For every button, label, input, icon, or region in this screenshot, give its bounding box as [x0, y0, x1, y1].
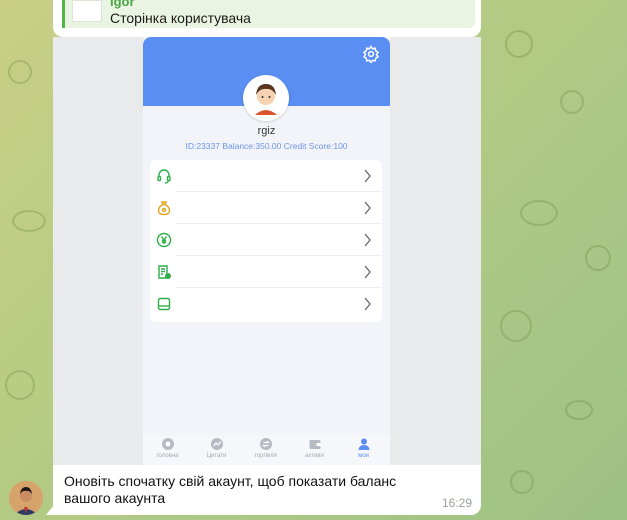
tab-quotes[interactable]: Цитати [192, 437, 241, 459]
menu-item-wallet[interactable] [150, 288, 382, 320]
message-text: Оновіть спочатку свій акаунт, щоб показа… [64, 473, 397, 506]
yuan-icon [156, 232, 172, 248]
wallpaper-doodle [585, 245, 611, 271]
trade-icon [259, 438, 272, 450]
wallpaper-doodle [500, 310, 532, 342]
tab-profile[interactable]: мои [339, 437, 388, 459]
tab-trade[interactable]: торгівля [241, 437, 290, 459]
tab-label: мои [358, 453, 369, 459]
sender-avatar[interactable] [9, 481, 43, 515]
wallet-icon [157, 297, 171, 311]
moneybag-icon [157, 201, 171, 216]
wallpaper-doodle [505, 30, 533, 58]
chevron-right-icon [364, 233, 371, 247]
tab-label: активи [305, 453, 324, 459]
chevron-right-icon [364, 297, 371, 311]
assets-icon [309, 440, 320, 449]
tab-label: торгівля [254, 453, 277, 459]
menu-item-support[interactable] [150, 160, 382, 192]
chevron-right-icon [364, 201, 371, 215]
chevron-right-icon [364, 265, 371, 279]
reply-thumbnail [72, 0, 102, 22]
tab-home[interactable]: головна [143, 437, 192, 459]
headset-icon [157, 169, 171, 184]
home-icon [161, 438, 174, 450]
wallpaper-doodle [560, 90, 584, 114]
message-time: 16:29 [441, 496, 472, 510]
tab-label: Цитати [206, 453, 227, 459]
bottom-tab-bar: головна Цитати торгівля активи мои [143, 435, 390, 465]
photo-message[interactable]: rgiz ID:23337 Balance:350.00 Credit Scor… [53, 37, 481, 465]
profile-icon [358, 438, 369, 450]
username: rgiz [257, 125, 276, 137]
wallpaper-doodle [565, 400, 593, 420]
account-stats: ID:23337 Balance:350.00 Credit Score:100 [185, 141, 348, 151]
chart-icon [210, 438, 223, 450]
reply-message-bubble[interactable]: Igor Сторінка користувача [53, 0, 481, 37]
avatar[interactable] [243, 75, 289, 121]
tab-label: головна [156, 453, 179, 459]
bubble-tail [46, 505, 54, 515]
wallpaper-doodle [510, 470, 534, 494]
reply-text: Сторінка користувача [110, 10, 251, 26]
wallpaper-doodle [8, 60, 32, 84]
wallpaper-doodle [12, 210, 46, 232]
receipt-icon [158, 265, 171, 279]
menu-item-records[interactable] [150, 256, 382, 288]
app-screenshot: rgiz ID:23337 Balance:350.00 Credit Scor… [143, 37, 390, 465]
menu-item-funds[interactable] [150, 192, 382, 224]
gear-icon[interactable] [362, 45, 380, 63]
menu-item-currency[interactable] [150, 224, 382, 256]
chevron-right-icon [364, 169, 371, 183]
menu-list [150, 160, 382, 322]
wallpaper-doodle [520, 200, 558, 226]
text-message-bubble[interactable]: Оновіть спочатку свій акаунт, щоб показа… [46, 465, 481, 515]
wallpaper-doodle [5, 370, 35, 400]
reply-quote[interactable]: Igor Сторінка користувача [62, 0, 475, 28]
tab-assets[interactable]: активи [290, 437, 339, 459]
reply-author: Igor [110, 0, 135, 9]
